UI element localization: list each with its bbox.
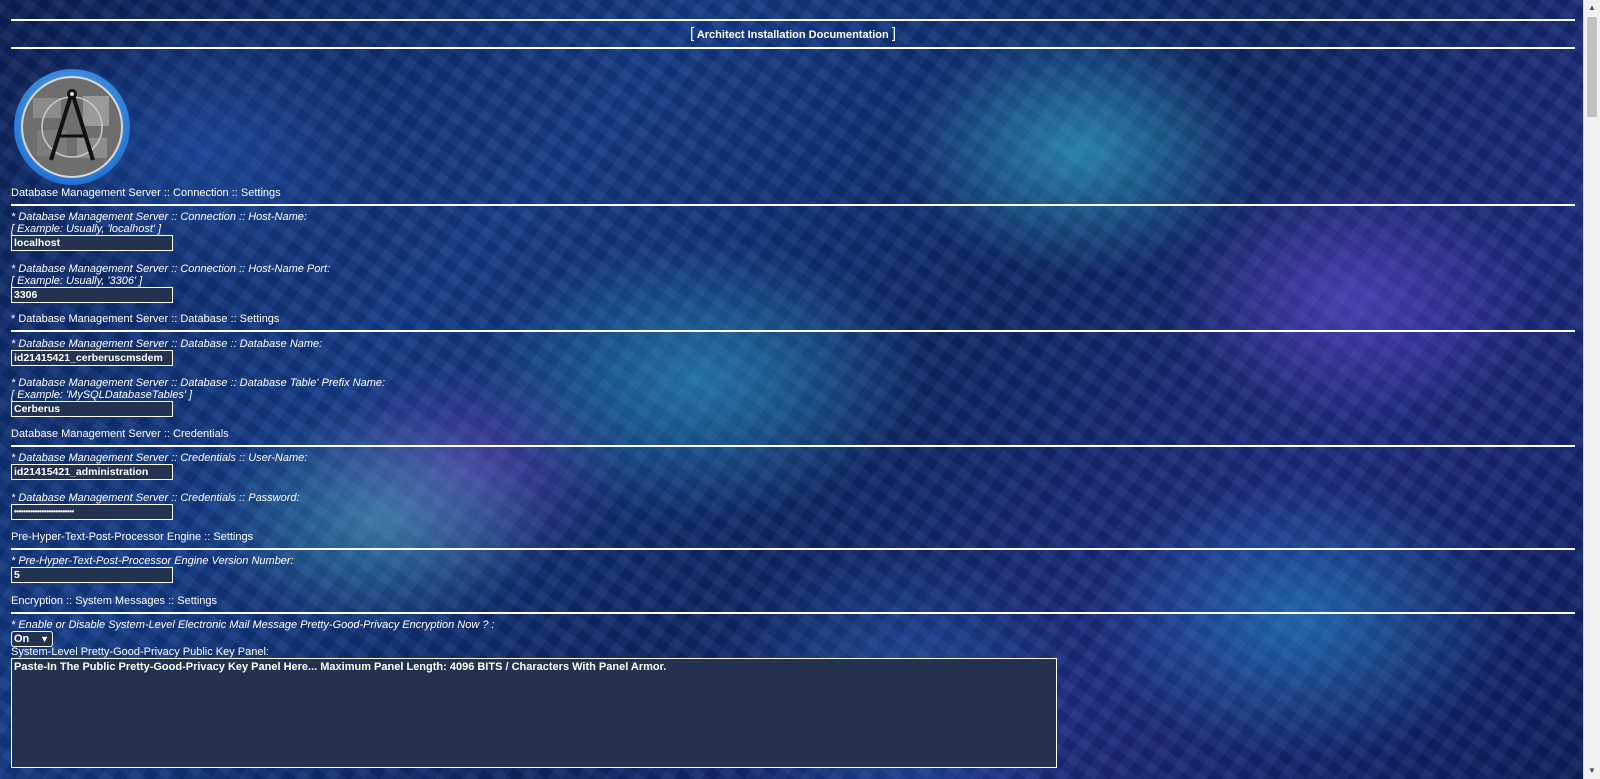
encryption-section-heading: Encryption :: System Messages :: Setting… (11, 595, 218, 607)
title-bar: [ Architect Installation Documentation ] (11, 19, 1575, 49)
title-bottom-rule (11, 47, 1575, 49)
table-prefix-label: * Database Management Server :: Database… (11, 377, 385, 389)
encryption-section-rule (11, 612, 1575, 614)
user-name-label-text: * Database Management Server :: Credenti… (11, 452, 308, 464)
connection-section-heading: Database Management Server :: Connection… (11, 187, 281, 199)
title-bracket-left: [ (690, 25, 695, 42)
architect-logo (13, 68, 131, 186)
host-port-example: [ Example: Usually, '3306' ] (11, 275, 142, 287)
scroll-up-arrow-icon[interactable]: ▲ (1584, 0, 1600, 16)
credentials-section-rule (11, 445, 1575, 447)
password-input[interactable]: •••••••••••••••••••••••••• (11, 504, 173, 520)
host-name-example: [ Example: Usually, 'localhost' ] (11, 223, 161, 235)
user-name-input[interactable]: id21415421_administration (11, 464, 173, 480)
host-port-input[interactable]: 3306 (11, 287, 173, 303)
pgp-toggle-label-text: * Enable or Disable System-Level Electro… (11, 619, 495, 631)
database-section-rule (11, 330, 1575, 332)
table-prefix-input[interactable]: Cerberus (11, 401, 173, 417)
pgp-key-panel-textarea[interactable]: Paste-In The Public Pretty-Good-Privacy … (11, 658, 1057, 768)
database-name-input[interactable]: id21415421_cerberuscmsdem (11, 350, 173, 366)
chevron-down-icon: ▼ (40, 634, 49, 644)
host-name-example-text: [ Example: Usually, 'localhost' ] (11, 223, 162, 235)
pgp-toggle-label: * Enable or Disable System-Level Electro… (11, 619, 495, 631)
title-bracket-right: ] (891, 25, 896, 42)
password-label-text: * Database Management Server :: Credenti… (11, 492, 300, 504)
host-name-input[interactable]: localhost (11, 235, 173, 251)
pgp-toggle-select[interactable]: On ▼ (11, 631, 53, 647)
php-version-label-text: * Pre-Hyper-Text-Post-Processor Engine V… (11, 555, 294, 567)
password-label: * Database Management Server :: Credenti… (11, 492, 300, 504)
page-title-text: Architect Installation Documentation (696, 29, 889, 41)
scroll-down-arrow-icon[interactable]: ▼ (1584, 763, 1600, 779)
database-name-label: * Database Management Server :: Database… (11, 338, 322, 350)
php-version-label: * Pre-Hyper-Text-Post-Processor Engine V… (11, 555, 294, 567)
table-prefix-label-text: * Database Management Server :: Database… (11, 377, 386, 389)
php-section-rule (11, 548, 1575, 550)
host-name-label: * Database Management Server :: Connecti… (11, 211, 307, 223)
pgp-key-panel-label: System-Level Pretty-Good-Privacy Public … (11, 646, 269, 658)
host-name-label-text: * Database Management Server :: Connecti… (11, 211, 307, 223)
table-prefix-example: [ Example: 'MySQLDatabaseTables' ] (11, 389, 192, 401)
database-name-label-text: * Database Management Server :: Database… (11, 338, 323, 350)
database-section-heading: * Database Management Server :: Database… (11, 313, 280, 325)
compass-logo-icon (14, 69, 130, 185)
credentials-section-heading: Database Management Server :: Credential… (11, 428, 229, 440)
table-prefix-example-text: [ Example: 'MySQLDatabaseTables' ] (11, 389, 193, 401)
host-port-label: * Database Management Server :: Connecti… (11, 263, 330, 275)
host-port-example-text: [ Example: Usually, '3306' ] (11, 275, 143, 287)
connection-section-rule (11, 204, 1575, 206)
pgp-key-panel-placeholder: Paste-In The Public Pretty-Good-Privacy … (14, 661, 667, 673)
page-title: [ Architect Installation Documentation ] (11, 21, 1575, 47)
scrollbar-thumb[interactable] (1587, 17, 1597, 117)
host-port-label-text: * Database Management Server :: Connecti… (11, 263, 331, 275)
php-version-input[interactable]: 5 (11, 567, 173, 583)
vertical-scrollbar[interactable]: ▲ ▼ (1583, 0, 1600, 779)
php-section-heading: Pre-Hyper-Text-Post-Processor Engine :: … (11, 531, 254, 543)
user-name-label: * Database Management Server :: Credenti… (11, 452, 307, 464)
pgp-toggle-value: On (14, 633, 30, 645)
